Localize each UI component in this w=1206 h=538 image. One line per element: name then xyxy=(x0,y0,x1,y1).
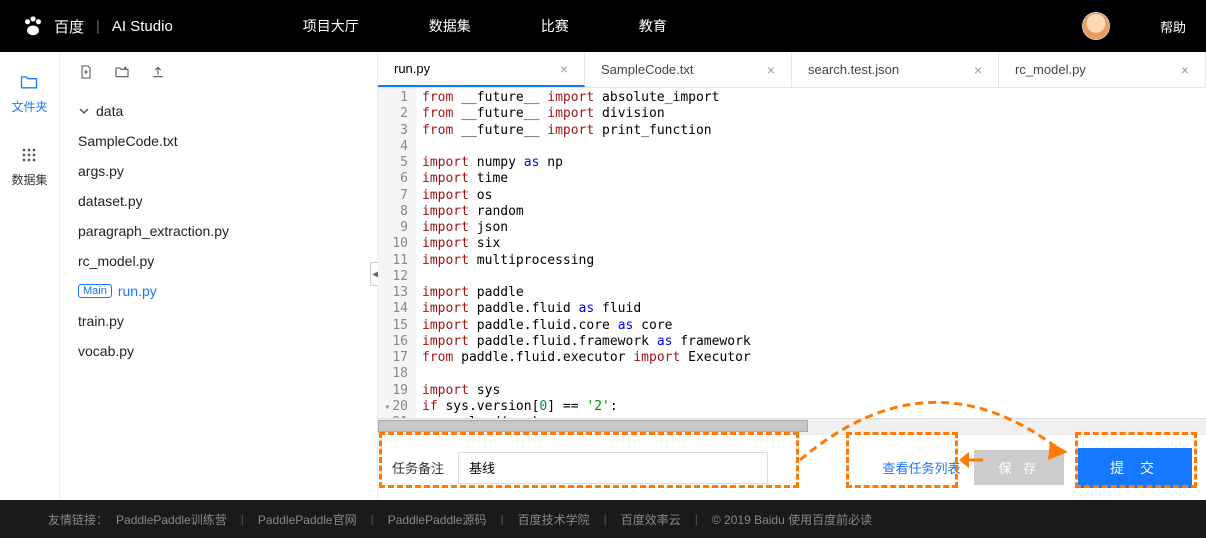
tab-samplecode[interactable]: SampleCode.txt × xyxy=(585,52,792,87)
close-icon[interactable]: × xyxy=(767,62,775,78)
tree-folder-label: data xyxy=(96,103,123,119)
tree-file[interactable]: rc_model.py xyxy=(60,246,377,276)
footer: 友情链接： PaddlePaddle训练营| PaddlePaddle官网| P… xyxy=(0,500,1206,538)
tree-file[interactable]: paragraph_extraction.py xyxy=(60,216,377,246)
line-gutter: 12345678910111213141516171819▾2021222324 xyxy=(378,88,416,418)
horizontal-scrollbar[interactable] xyxy=(378,418,1206,434)
close-icon[interactable]: × xyxy=(1181,62,1189,78)
tab-label: rc_model.py xyxy=(1015,62,1086,77)
tree-file[interactable]: SampleCode.txt xyxy=(60,126,377,156)
file-name: paragraph_extraction.py xyxy=(78,223,229,239)
brand-primary: 百度 xyxy=(54,16,84,37)
rail-datasets-label: 数据集 xyxy=(11,171,47,188)
tab-label: SampleCode.txt xyxy=(601,62,694,77)
footer-link[interactable]: PaddlePaddle源码 xyxy=(388,511,487,528)
view-task-list-link[interactable]: 查看任务列表 xyxy=(882,458,960,477)
tab-rc-model[interactable]: rc_model.py × xyxy=(999,52,1206,87)
footer-link[interactable]: 百度技术学院 xyxy=(518,511,590,528)
code-editor[interactable]: 12345678910111213141516171819▾2021222324… xyxy=(378,88,1206,418)
file-name: vocab.py xyxy=(78,343,134,359)
tree-file[interactable]: train.py xyxy=(60,306,377,336)
rail-datasets[interactable]: 数据集 xyxy=(11,145,47,188)
tab-label: search.test.json xyxy=(808,62,899,77)
tree-file[interactable]: dataset.py xyxy=(60,186,377,216)
nav-help[interactable]: 帮助 xyxy=(1160,17,1186,36)
tree-file-main[interactable]: Main run.py xyxy=(60,276,377,306)
top-nav: 百度 | AI Studio 项目大厅 数据集 比赛 教育 帮助 xyxy=(0,0,1206,52)
file-name: train.py xyxy=(78,313,124,329)
nav-links: 项目大厅 数据集 比赛 教育 xyxy=(303,16,667,36)
editor-area: ◀ run.py× SampleCode.txt× search.test.js… xyxy=(378,52,1206,500)
upload-icon[interactable] xyxy=(150,64,166,80)
nav-item-datasets[interactable]: 数据集 xyxy=(429,16,471,36)
footer-link[interactable]: PaddlePaddle官网 xyxy=(258,511,357,528)
save-button[interactable]: 保 存 xyxy=(974,450,1064,485)
close-icon[interactable]: × xyxy=(560,61,568,77)
file-toolbar xyxy=(60,52,377,92)
nav-item-education[interactable]: 教育 xyxy=(639,16,667,36)
rail-files[interactable]: 文件夹 xyxy=(11,72,47,115)
tree-file[interactable]: args.py xyxy=(60,156,377,186)
task-bar: 任务备注 查看任务列表 保 存 提 交 xyxy=(378,434,1206,500)
nav-item-projects[interactable]: 项目大厅 xyxy=(303,16,359,36)
task-note-input[interactable] xyxy=(458,452,768,484)
nav-right: 帮助 xyxy=(1082,12,1186,40)
main: 文件夹 数据集 data SampleCode.txt args.py data… xyxy=(0,52,1206,500)
brand-secondary: AI Studio xyxy=(112,18,173,35)
file-panel: data SampleCode.txt args.py dataset.py p… xyxy=(60,52,378,500)
file-name: dataset.py xyxy=(78,193,143,209)
baidu-paw-icon xyxy=(20,13,46,39)
footer-label: 友情链接： xyxy=(48,511,108,528)
folder-icon xyxy=(19,72,39,92)
tree-file[interactable]: vocab.py xyxy=(60,336,377,366)
tab-run-py[interactable]: run.py × xyxy=(378,52,585,87)
grid-dots-icon xyxy=(19,145,39,165)
tab-label: run.py xyxy=(394,61,430,76)
new-folder-icon[interactable] xyxy=(114,64,130,80)
editor-tabs: run.py × SampleCode.txt × search.test.json… xyxy=(378,52,1206,88)
submit-button[interactable]: 提 交 xyxy=(1078,448,1192,488)
close-icon[interactable]: × xyxy=(974,62,982,78)
chevron-down-icon xyxy=(78,105,90,117)
brand-separator: | xyxy=(96,18,100,35)
main-badge: Main xyxy=(78,284,112,298)
side-rail: 文件夹 数据集 xyxy=(0,52,60,500)
file-name: SampleCode.txt xyxy=(78,133,178,149)
tab-search-json[interactable]: search.test.json × xyxy=(792,52,999,87)
file-tree: data SampleCode.txt args.py dataset.py p… xyxy=(60,92,377,370)
file-name: args.py xyxy=(78,163,124,179)
rail-files-label: 文件夹 xyxy=(11,98,47,115)
file-name: rc_model.py xyxy=(78,253,154,269)
tree-folder-data[interactable]: data xyxy=(60,96,377,126)
footer-copyright: © 2019 Baidu 使用百度前必读 xyxy=(712,511,872,528)
nav-item-competitions[interactable]: 比赛 xyxy=(541,16,569,36)
task-label: 任务备注 xyxy=(392,458,444,477)
logo[interactable]: 百度 | AI Studio xyxy=(20,13,173,39)
file-name: run.py xyxy=(118,283,157,299)
new-file-icon[interactable] xyxy=(78,64,94,80)
footer-link[interactable]: PaddlePaddle训练营 xyxy=(116,511,227,528)
footer-link[interactable]: 百度效率云 xyxy=(621,511,681,528)
avatar[interactable] xyxy=(1082,12,1110,40)
code-content[interactable]: from __future__ import absolute_importfr… xyxy=(416,88,1206,418)
scrollbar-thumb[interactable] xyxy=(378,420,808,432)
